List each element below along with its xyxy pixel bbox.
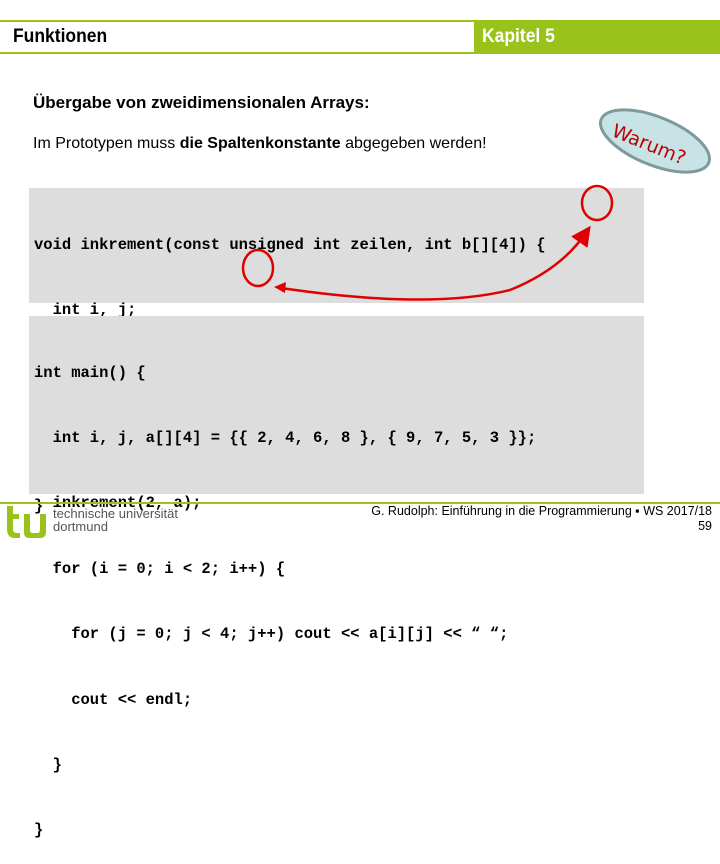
university-line2: dortmund	[53, 519, 108, 534]
code-block-main: int main() { int i, j, a[][4] = {{ 2, 4,…	[29, 316, 644, 839]
header-title: Funktionen	[13, 26, 108, 47]
statement-bold: die Spaltenkonstante	[179, 135, 341, 152]
code-line: void inkrement(const unsigned int zeilen…	[34, 235, 546, 254]
tu-logo-icon	[7, 506, 46, 538]
credit-text: G. Rudolph: Einführung in die Programmie…	[371, 504, 712, 518]
chapter-label: Kapitel 5	[482, 26, 555, 47]
footer-credit: G. Rudolph: Einführung in die Programmie…	[371, 504, 712, 534]
code-line: for (j = 0; j < 4; j++) cout << a[i][j] …	[34, 625, 509, 644]
slide-subtitle: Übergabe von zweidimensionalen Arrays:	[33, 93, 370, 112]
statement-pre: Im Prototypen muss	[33, 135, 180, 152]
code-line: }	[34, 755, 62, 774]
code-line: }	[34, 821, 44, 840]
university-name: technische universität dortmund	[53, 507, 178, 533]
code-line: int i, j, a[][4] = {{ 2, 4, 6, 8 }, { 9,…	[34, 428, 537, 447]
page-number: 59	[698, 519, 712, 533]
code-block-inkrement: void inkrement(const unsigned int zeilen…	[29, 188, 644, 515]
code-line: int main() {	[34, 363, 146, 382]
slide-statement: Im Prototypen muss die Spaltenkonstante …	[33, 135, 487, 153]
chapter-badge: Kapitel 5	[474, 20, 720, 54]
statement-post: abgegeben werden!	[340, 135, 487, 152]
code-line: for (i = 0; i < 2; i++) {	[34, 559, 286, 578]
code-line: cout << endl;	[34, 690, 193, 709]
